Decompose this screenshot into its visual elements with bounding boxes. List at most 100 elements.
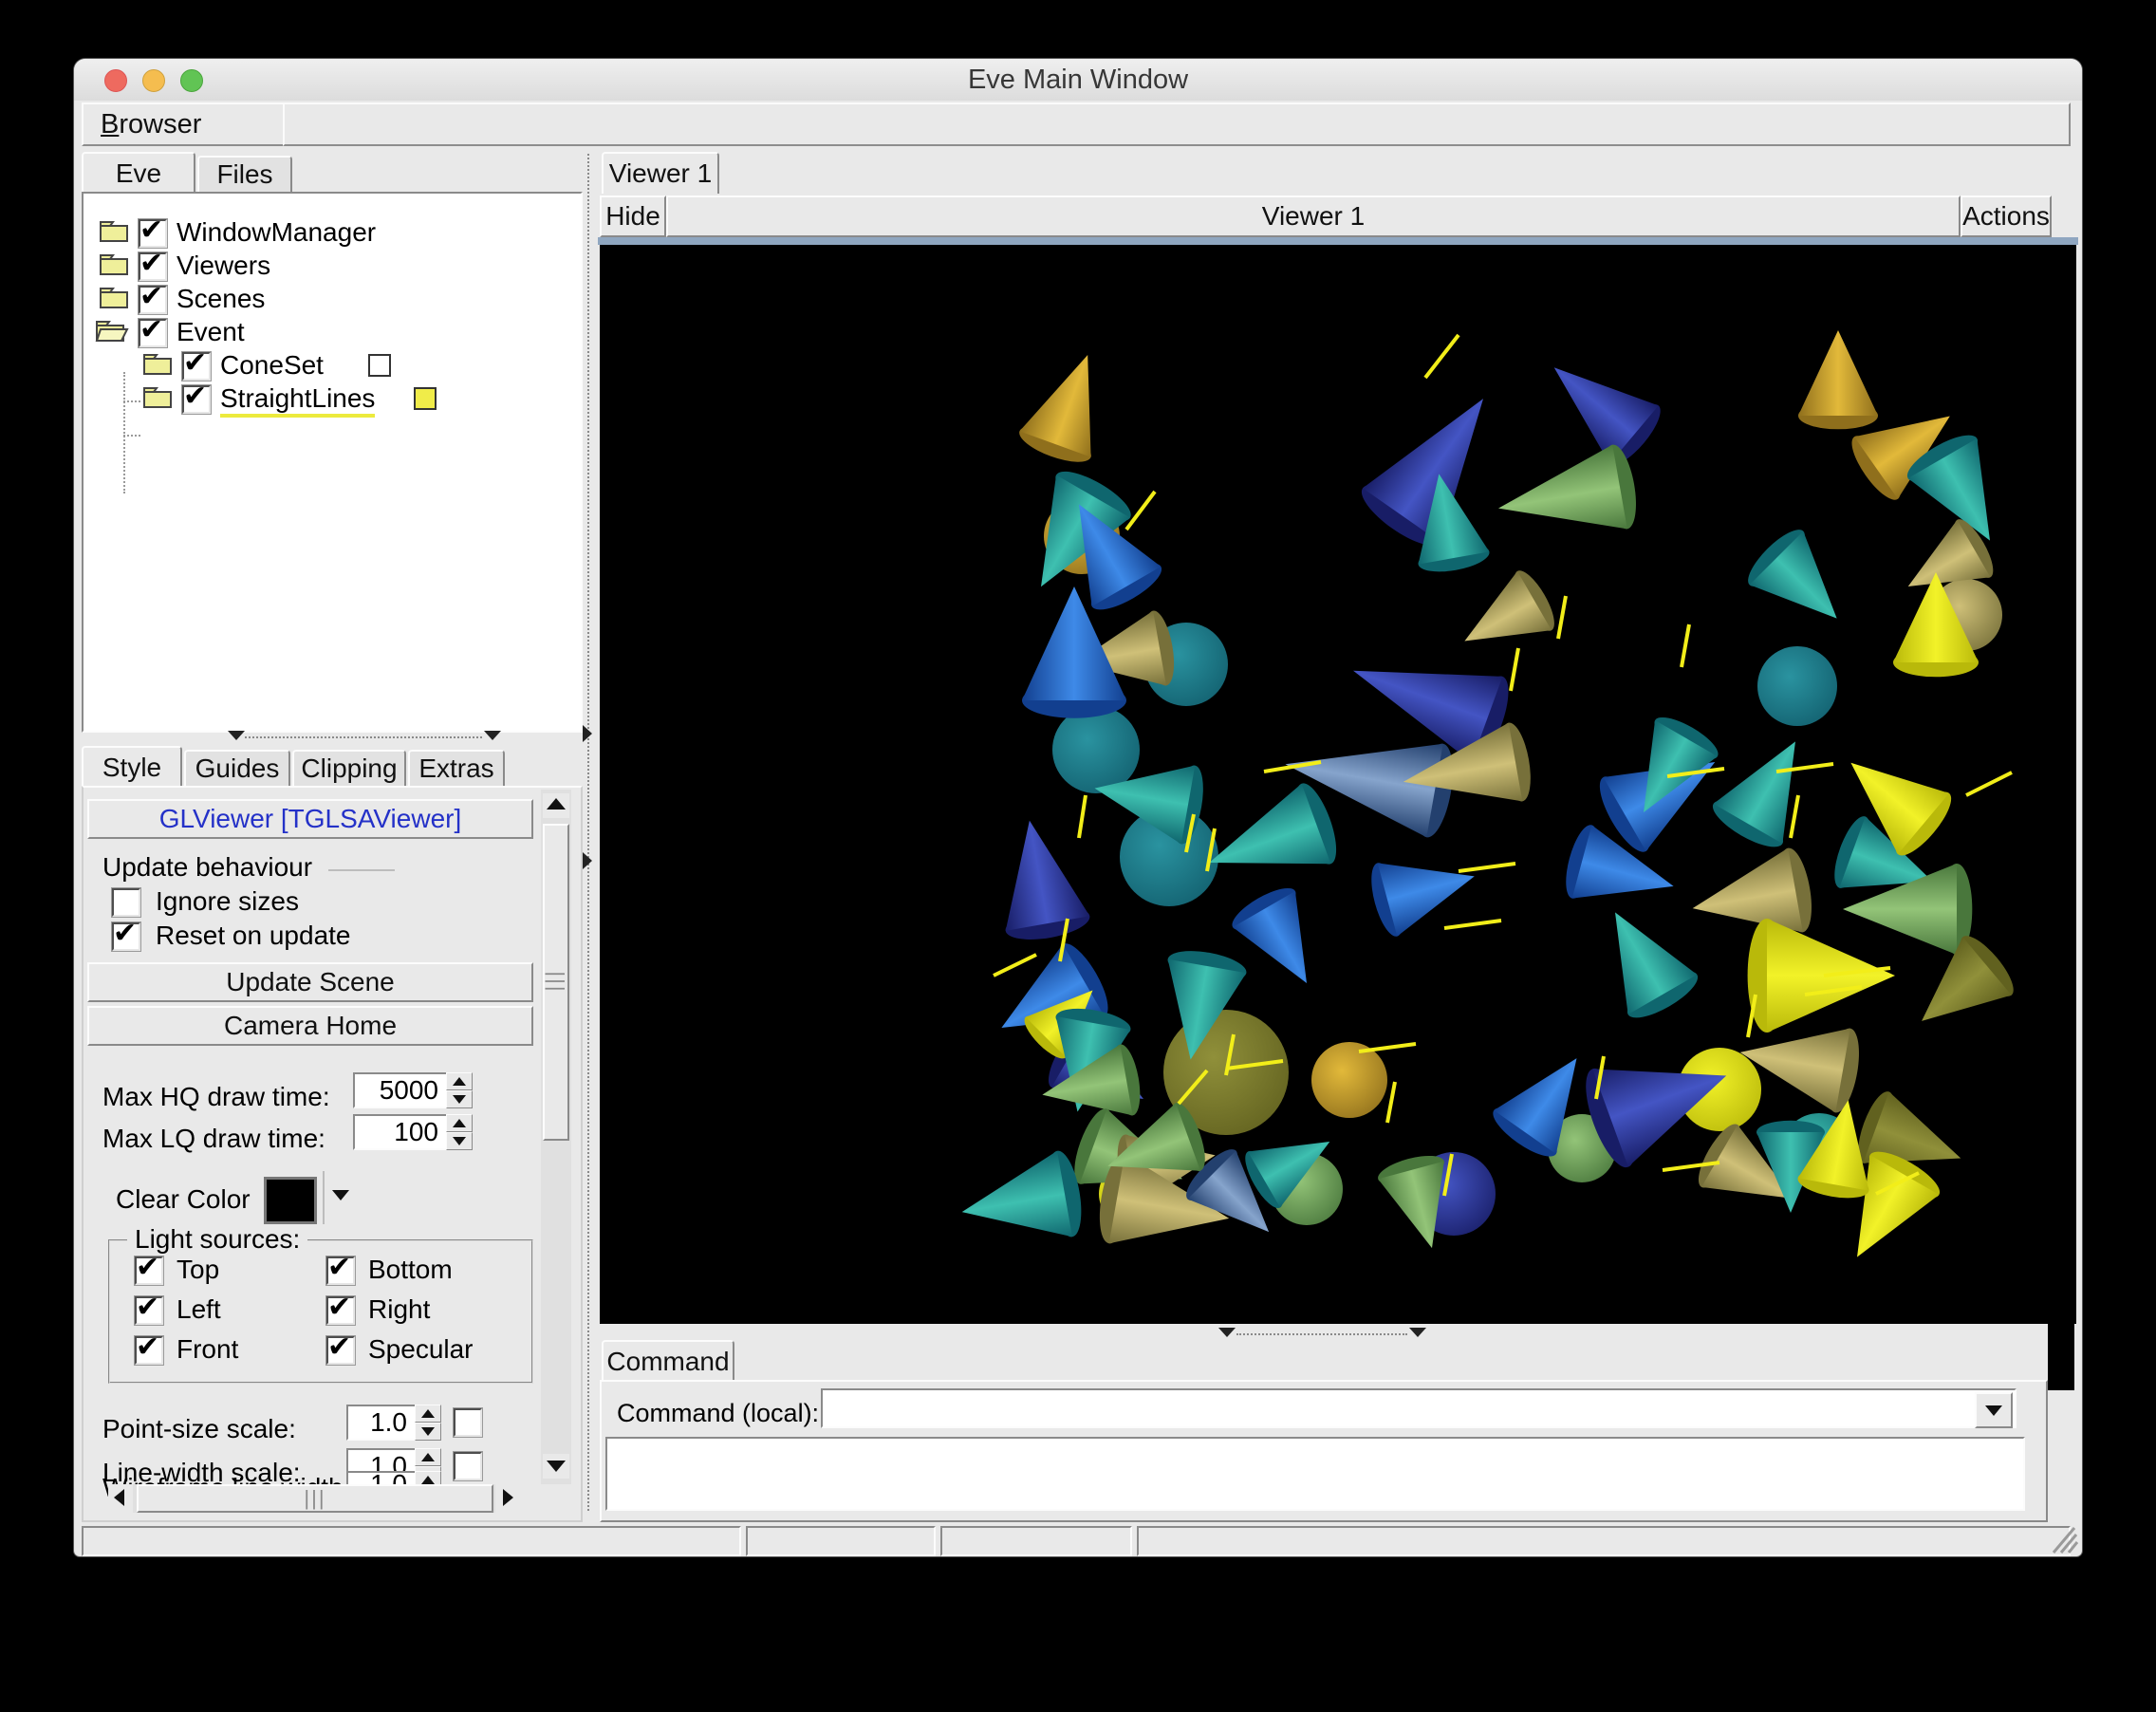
light-left-label: Left — [177, 1294, 221, 1325]
panel-splitter[interactable] — [587, 154, 589, 1511]
command-output-area[interactable] — [605, 1437, 2025, 1511]
tree-row[interactable]: Scenes — [84, 283, 581, 315]
point-size-stepper[interactable] — [415, 1405, 439, 1441]
style-vscrollbar[interactable]: ||| — [541, 790, 571, 1484]
spin-up-icon[interactable] — [415, 1448, 441, 1466]
tree-checkbox[interactable] — [182, 385, 211, 414]
tab-guides[interactable]: Guides — [184, 750, 290, 788]
clear-color-label: Clear Color — [116, 1184, 251, 1215]
tree-checkbox[interactable] — [139, 319, 167, 347]
menu-browser[interactable]: Browser — [84, 104, 218, 144]
tab-viewer-1[interactable]: Viewer 1 — [602, 152, 719, 194]
straightlines-render-marker[interactable] — [414, 387, 437, 410]
status-segment — [1137, 1526, 2071, 1556]
light-specular-label: Specular — [368, 1334, 474, 1365]
max-lq-stepper[interactable] — [446, 1114, 471, 1150]
light-left-checkbox[interactable] — [135, 1296, 163, 1325]
light-bottom-label: Bottom — [368, 1255, 453, 1285]
window-title: Eve Main Window — [74, 59, 2082, 101]
tree-label: WindowManager — [177, 217, 376, 248]
separator-line — [328, 869, 395, 871]
tree-style-splitter[interactable] — [245, 736, 482, 738]
folder-icon — [99, 286, 129, 310]
splitter-chevron-icon — [583, 852, 592, 869]
vscroll-thumb[interactable]: ||| — [543, 824, 569, 1141]
viewer-title-bar[interactable]: Viewer 1 — [666, 195, 1961, 237]
tree-checkbox[interactable] — [182, 352, 211, 381]
spin-up-icon[interactable] — [446, 1114, 473, 1132]
tab-clipping[interactable]: Clipping — [292, 750, 406, 788]
cone-scene — [600, 245, 2076, 1324]
light-right-checkbox[interactable] — [326, 1296, 355, 1325]
spin-down-icon[interactable] — [446, 1132, 473, 1150]
splitter-chevron-icon — [583, 725, 592, 742]
scroll-right-icon[interactable] — [495, 1484, 520, 1513]
folder-icon — [99, 219, 129, 244]
camera-home-button[interactable]: Camera Home — [87, 1006, 533, 1046]
tree-label: ConeSet — [220, 350, 324, 381]
max-hq-stepper[interactable] — [446, 1072, 471, 1108]
tree-checkbox[interactable] — [139, 219, 167, 248]
light-top-label: Top — [177, 1255, 219, 1285]
spin-down-icon[interactable] — [446, 1090, 473, 1108]
resize-grip-icon[interactable] — [2040, 1524, 2078, 1554]
viewer-title: Viewer 1 — [668, 197, 1959, 235]
max-lq-field[interactable]: 100 — [353, 1114, 448, 1150]
tab-extras[interactable]: Extras — [408, 750, 505, 788]
line-width-checkbox[interactable] — [454, 1452, 482, 1480]
point-size-checkbox[interactable] — [454, 1408, 482, 1437]
command-combobox[interactable] — [821, 1388, 2017, 1428]
separator-line — [323, 1171, 325, 1224]
splitter-chevron-icon — [484, 731, 501, 740]
viewer-command-splitter[interactable] — [1236, 1333, 1407, 1335]
tree-row[interactable]: WindowManager — [84, 216, 581, 249]
tree-row-selected[interactable]: StraightLines — [84, 382, 581, 415]
tab-style[interactable]: Style — [82, 746, 182, 788]
spin-down-icon[interactable] — [415, 1423, 441, 1441]
max-hq-field[interactable]: 5000 — [353, 1072, 448, 1108]
clear-color-swatch[interactable] — [264, 1177, 317, 1224]
ignore-sizes-checkbox[interactable] — [112, 888, 140, 917]
tab-files[interactable]: Files — [197, 156, 292, 194]
tree-checkbox[interactable] — [139, 252, 167, 281]
clear-color-dropdown-icon[interactable] — [332, 1190, 349, 1200]
splitter-chevron-icon — [228, 731, 245, 740]
tab-command[interactable]: Command — [602, 1340, 734, 1382]
tree-row[interactable]: Event — [84, 316, 581, 348]
hscroll-thumb[interactable]: ||| — [137, 1484, 493, 1513]
scroll-down-icon[interactable] — [543, 1454, 569, 1479]
spin-up-icon[interactable] — [446, 1072, 473, 1090]
light-bottom-checkbox[interactable] — [326, 1256, 355, 1285]
splitter-chevron-icon — [1218, 1328, 1236, 1337]
hide-button[interactable]: Hide — [600, 195, 666, 237]
light-front-label: Front — [177, 1334, 238, 1365]
gl-viewport[interactable] — [600, 245, 2076, 1324]
style-hscrollbar[interactable]: ||| — [108, 1484, 520, 1513]
eve-tree: WindowManager Viewers Scenes Event ConeS… — [82, 192, 583, 733]
scroll-left-icon[interactable] — [108, 1484, 133, 1513]
reset-on-update-checkbox[interactable] — [112, 922, 140, 951]
tab-eve[interactable]: Eve — [82, 152, 195, 194]
reset-on-update-label: Reset on update — [156, 921, 351, 951]
menu-bar-filler — [283, 102, 2071, 146]
combo-dropdown-icon[interactable] — [1975, 1392, 2013, 1428]
light-front-checkbox[interactable] — [135, 1336, 163, 1365]
tree-row[interactable]: Viewers — [84, 250, 581, 282]
coneset-render-marker[interactable] — [368, 354, 391, 377]
light-specular-checkbox[interactable] — [326, 1336, 355, 1365]
glviewer-button[interactable]: GLViewer [TGLSAViewer] — [87, 799, 533, 839]
light-top-checkbox[interactable] — [135, 1256, 163, 1285]
eve-main-window: Eve Main Window Browser Eve Eve Files Wi… — [74, 59, 2082, 1556]
actions-button[interactable]: Actions — [1961, 195, 2052, 237]
tree-checkbox[interactable] — [139, 286, 167, 314]
viewer-accent-bar — [598, 237, 2078, 245]
open-folder-icon — [95, 319, 129, 344]
tree-connector — [123, 435, 140, 437]
scroll-up-icon[interactable] — [543, 793, 569, 818]
point-size-field[interactable]: 1.0 — [346, 1405, 417, 1441]
tree-label: Viewers — [177, 251, 270, 281]
tree-row[interactable]: ConeSet — [84, 349, 581, 381]
spin-up-icon[interactable] — [415, 1405, 441, 1423]
update-scene-button[interactable]: Update Scene — [87, 962, 533, 1002]
update-behaviour-title: Update behaviour — [102, 852, 312, 883]
